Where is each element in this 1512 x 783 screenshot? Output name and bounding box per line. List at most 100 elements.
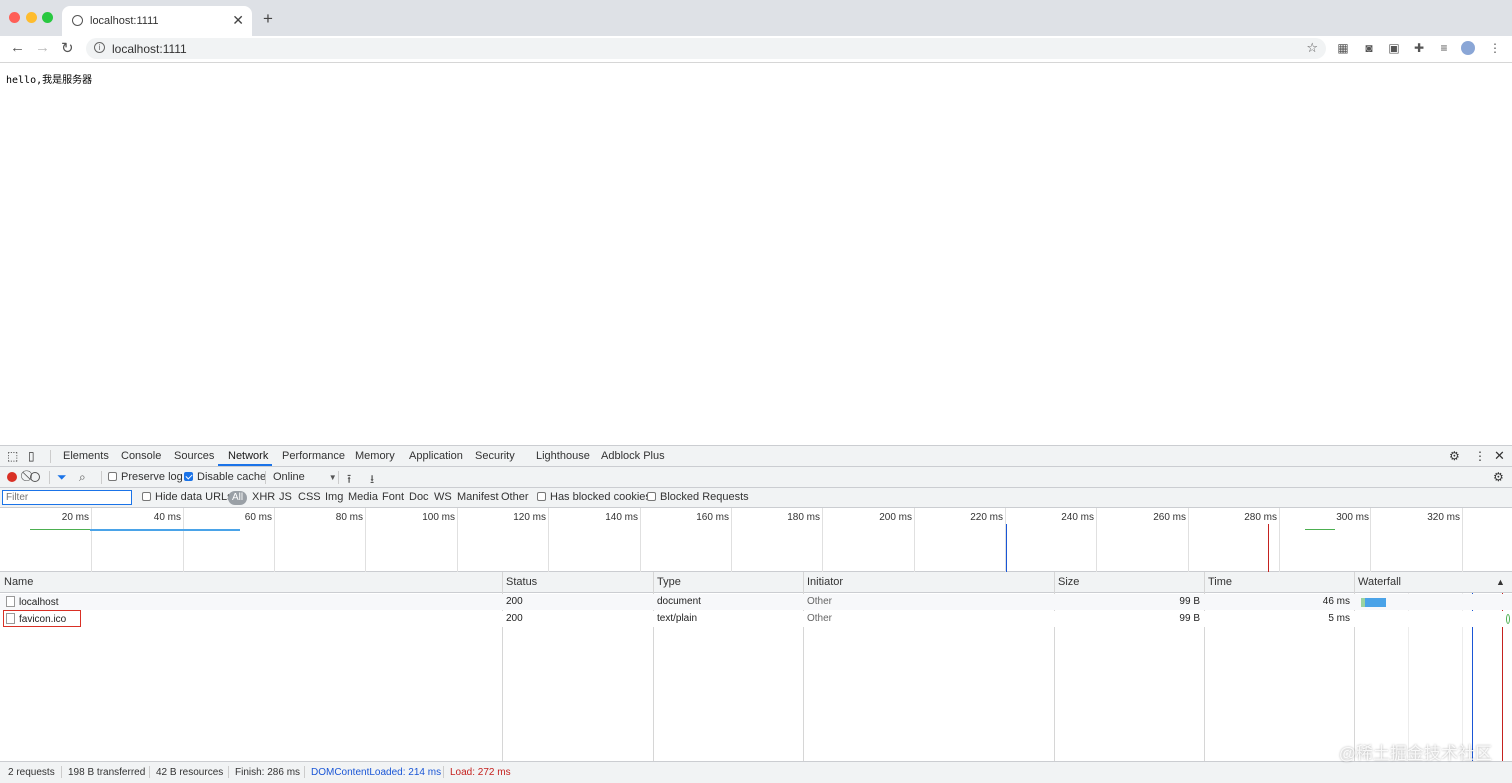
blocked-requests-checkbox[interactable]: Blocked Requests xyxy=(647,491,749,503)
column-initiator[interactable]: Initiator xyxy=(807,576,843,588)
overview-tick: 60 ms xyxy=(244,512,272,523)
throttling-select[interactable]: Online ▼ xyxy=(273,471,337,483)
disable-cache-checkbox[interactable]: Disable cache xyxy=(184,471,266,483)
info-icon[interactable]: i xyxy=(94,42,105,53)
column-time[interactable]: Time xyxy=(1208,576,1232,588)
type-filter-css[interactable]: CSS xyxy=(298,491,321,503)
type-filter-doc[interactable]: Doc xyxy=(409,491,429,503)
inspect-element-icon[interactable]: ⬚ xyxy=(7,449,18,463)
extension-grid-icon[interactable]: ▦ xyxy=(1336,41,1350,55)
tab-elements[interactable]: Elements xyxy=(63,450,109,462)
address-bar[interactable]: i localhost:1111 ☆ xyxy=(86,38,1326,59)
device-toolbar-icon[interactable]: ▯ xyxy=(28,449,35,463)
browser-menu-icon[interactable]: ⋮ xyxy=(1488,41,1502,55)
tab-adblock-plus[interactable]: Adblock Plus xyxy=(601,450,665,462)
overview-tick: 320 ms xyxy=(1427,512,1460,523)
tab-memory[interactable]: Memory xyxy=(355,450,395,462)
tab-application[interactable]: Application xyxy=(409,450,463,462)
divider xyxy=(49,471,50,484)
divider xyxy=(50,450,51,463)
tab-security[interactable]: Security xyxy=(475,450,515,462)
overview-bar-localhost-queue xyxy=(30,529,90,530)
requests-table: Name Status Type Initiator Size Time Wat… xyxy=(0,572,1512,761)
column-status[interactable]: Status xyxy=(506,576,537,588)
browser-tab[interactable]: localhost:1111 ✕ xyxy=(62,6,252,36)
type-filter-js[interactable]: JS xyxy=(279,491,292,503)
overview-tick: 220 ms xyxy=(970,512,1003,523)
column-size[interactable]: Size xyxy=(1058,576,1079,588)
filter-funnel-icon[interactable]: ⏷ xyxy=(57,470,67,485)
globe-icon xyxy=(72,15,83,26)
type-filter-xhr[interactable]: XHR xyxy=(252,491,275,503)
tab-network[interactable]: Network xyxy=(228,450,268,462)
maximize-window-button[interactable] xyxy=(42,12,53,23)
status-finish: Finish: 286 ms xyxy=(235,767,301,778)
document-icon xyxy=(6,596,15,607)
status-dom-content-loaded: DOMContentLoaded: 214 ms xyxy=(311,767,442,778)
hide-data-urls-checkbox[interactable]: Hide data URLs xyxy=(142,491,233,503)
overview-load-marker xyxy=(1268,524,1269,572)
devtools-panel: ⬚ ▯ Elements Console Sources Network Per… xyxy=(0,445,1512,783)
filter-input[interactable] xyxy=(2,490,132,505)
divider xyxy=(101,471,102,484)
record-icon[interactable] xyxy=(7,472,17,482)
overview-tick: 200 ms xyxy=(879,512,912,523)
back-arrow-icon[interactable]: ← xyxy=(10,39,25,56)
overview-tick: 140 ms xyxy=(605,512,638,523)
tab-console[interactable]: Console xyxy=(121,450,161,462)
overview-tick: 20 ms xyxy=(61,512,89,523)
tab-lighthouse[interactable]: Lighthouse xyxy=(536,450,590,462)
network-overview[interactable]: 20 ms 40 ms 60 ms 80 ms 100 ms 120 ms 14… xyxy=(0,508,1512,572)
has-blocked-cookies-checkbox[interactable]: Has blocked cookies xyxy=(537,491,651,503)
type-filter-ws[interactable]: WS xyxy=(434,491,452,503)
reading-list-icon[interactable]: ≡ xyxy=(1437,41,1451,55)
table-row[interactable]: favicon.ico 200 text/plain Other 99 B 5 … xyxy=(0,611,1512,627)
overview-tick: 300 ms xyxy=(1336,512,1369,523)
table-row[interactable]: localhost 200 document Other 99 B 46 ms xyxy=(0,594,1512,610)
page-viewport: hello,我是服务器 xyxy=(0,63,1512,445)
network-toolbar: ⃠ ⏷ ⌕ Preserve log Disable cache Online▼… xyxy=(0,467,1512,488)
request-type: text/plain xyxy=(657,613,698,624)
type-filter-font[interactable]: Font xyxy=(382,491,404,503)
profile-avatar[interactable] xyxy=(1461,41,1475,55)
extensions-puzzle-icon[interactable]: ✚ xyxy=(1412,41,1426,55)
column-type[interactable]: Type xyxy=(657,576,681,588)
new-tab-button[interactable]: + xyxy=(258,10,278,30)
tab-sources[interactable]: Sources xyxy=(174,450,214,462)
watermark: @稀土掘金技术社区 xyxy=(1338,744,1492,763)
overview-bar-favicon xyxy=(1305,529,1335,530)
network-statusbar: 2 requests 198 B transferred 42 B resour… xyxy=(0,761,1512,783)
network-settings-gear-icon[interactable]: ⚙ xyxy=(1493,470,1504,484)
overview-tick: 40 ms xyxy=(153,512,181,523)
tab-performance[interactable]: Performance xyxy=(282,450,345,462)
close-window-button[interactable] xyxy=(9,12,20,23)
request-name[interactable]: localhost xyxy=(6,596,58,608)
browser-titlebar: localhost:1111 ✕ + xyxy=(0,0,1512,36)
divider xyxy=(338,471,339,484)
tab-close-icon[interactable]: ✕ xyxy=(232,12,244,29)
type-filter-other[interactable]: Other xyxy=(501,491,529,503)
type-filter-all[interactable]: All xyxy=(228,491,248,505)
close-devtools-icon[interactable]: ✕ xyxy=(1494,448,1505,464)
request-size: 99 B xyxy=(1179,613,1200,624)
type-filter-media[interactable]: Media xyxy=(348,491,378,503)
overview-dcl-marker xyxy=(1006,524,1007,572)
forward-arrow-icon[interactable]: → xyxy=(35,39,50,56)
search-icon[interactable]: ⌕ xyxy=(79,470,86,485)
minimize-window-button[interactable] xyxy=(26,12,37,23)
reload-icon[interactable]: ↻ xyxy=(61,39,74,57)
column-name[interactable]: Name xyxy=(4,576,33,588)
status-resources: 42 B resources xyxy=(156,767,224,778)
tab-title: localhost:1111 xyxy=(90,15,159,27)
request-initiator: Other xyxy=(807,613,833,624)
settings-gear-icon[interactable]: ⚙ xyxy=(1449,449,1460,463)
bookmark-star-icon[interactable]: ☆ xyxy=(1306,40,1318,56)
preserve-log-checkbox[interactable]: Preserve log xyxy=(108,471,183,483)
type-filter-manifest[interactable]: Manifest xyxy=(457,491,499,503)
type-filter-img[interactable]: Img xyxy=(325,491,343,503)
sort-ascending-icon[interactable]: ▲ xyxy=(1496,577,1505,587)
devtools-menu-icon[interactable]: ⋮ xyxy=(1474,449,1486,463)
extension-translate-icon[interactable]: ▣ xyxy=(1387,41,1401,55)
column-waterfall[interactable]: Waterfall xyxy=(1358,576,1401,588)
extension-glasses-icon[interactable]: ◙ xyxy=(1362,41,1376,55)
